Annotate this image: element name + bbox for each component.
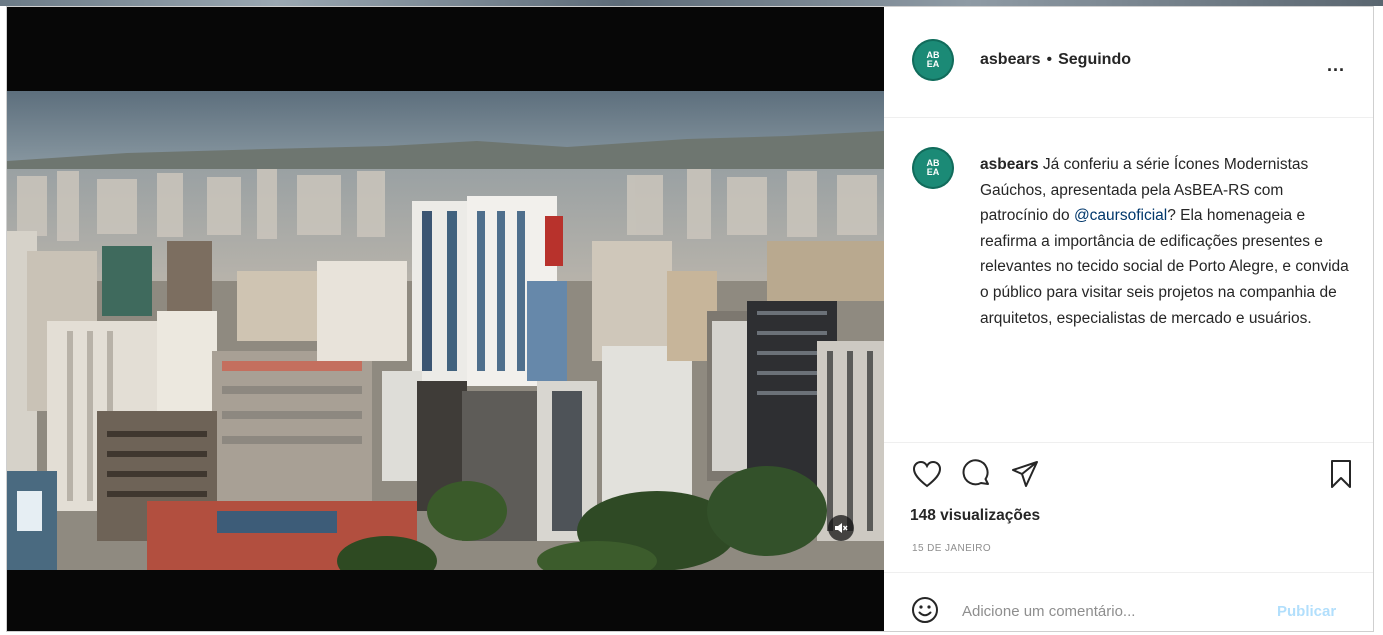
mention-link[interactable]: @caursoficial [1074, 207, 1167, 224]
city-skyline-video-frame [7, 91, 884, 570]
post-date[interactable]: 15 de janeiro [912, 543, 991, 554]
following-button[interactable]: Seguindo [1058, 51, 1131, 68]
like-button[interactable] [910, 457, 944, 491]
divider [884, 442, 1373, 443]
comment-icon [962, 459, 989, 486]
emoji-button[interactable] [910, 595, 940, 625]
mute-button[interactable] [828, 515, 854, 541]
username-link[interactable]: asbears [980, 51, 1041, 68]
bookmark-icon [1331, 460, 1351, 488]
send-icon [1012, 461, 1038, 487]
comment-input[interactable] [962, 599, 1252, 623]
divider [884, 572, 1373, 573]
comment-button[interactable] [960, 457, 994, 491]
post-caption: asbears Já conferiu a série Ícones Moder… [980, 152, 1350, 331]
share-button[interactable] [1008, 457, 1042, 491]
post-header: AB EA asbears • Seguindo ... [884, 7, 1373, 118]
caption-username-link[interactable]: asbears [980, 156, 1039, 173]
muted-speaker-icon [835, 523, 848, 533]
more-options-icon[interactable]: ... [1327, 55, 1345, 76]
post-author: asbears • Seguindo [980, 51, 1131, 69]
save-button[interactable] [1324, 457, 1358, 491]
publish-button[interactable]: Publicar [1277, 603, 1336, 620]
post-modal: AB EA asbears • Seguindo ... AB EA asbears J… [6, 6, 1374, 632]
heart-icon [912, 460, 942, 488]
view-count[interactable]: 148 visualizações [910, 507, 1040, 525]
avatar[interactable]: AB EA [912, 39, 954, 81]
emoji-icon [912, 597, 938, 623]
video-player[interactable] [7, 7, 884, 631]
caption-text-continued: ? Ela homenageia e reafirma a importânci… [980, 207, 1349, 327]
separator-dot: • [1046, 51, 1053, 68]
post-side-panel: AB EA asbears • Seguindo ... AB EA asbears J… [884, 7, 1373, 631]
caption-avatar[interactable]: AB EA [912, 147, 954, 189]
